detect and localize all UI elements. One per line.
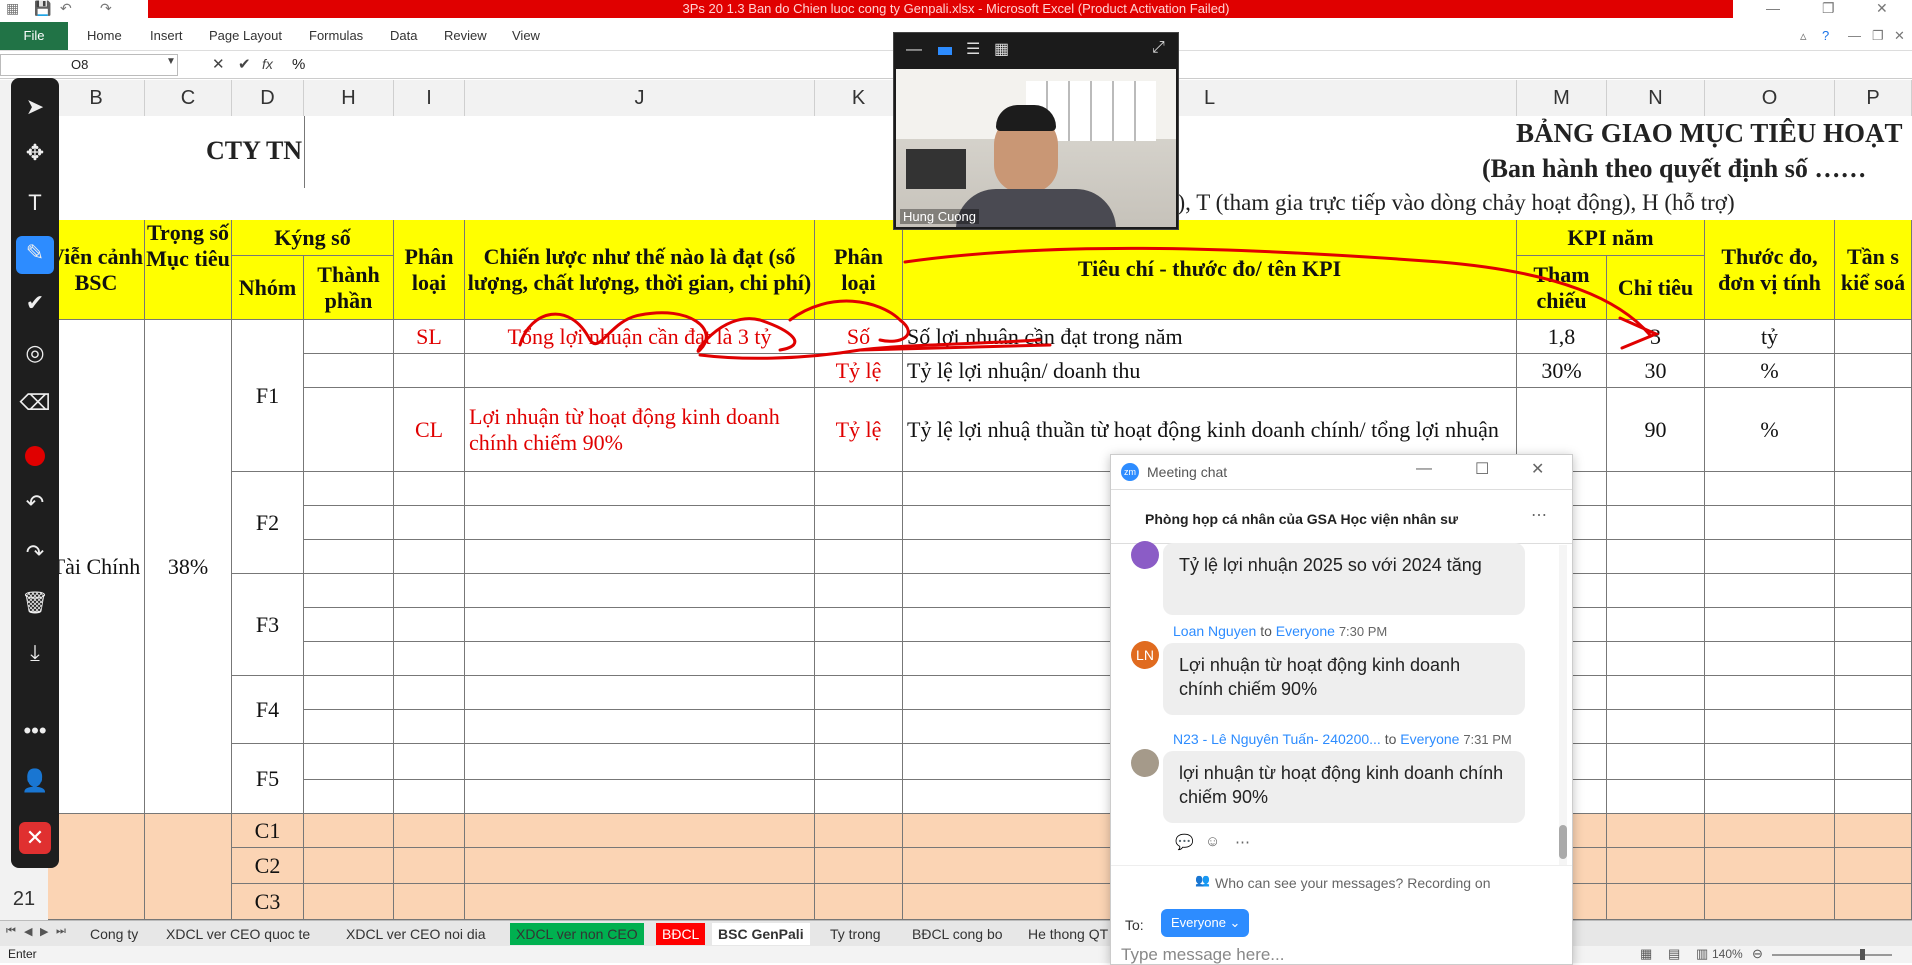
sender-name[interactable]: N23 - Lê Nguyên Tuấn- 240200...	[1173, 731, 1381, 747]
message-more-icon[interactable]: ⋯	[1235, 833, 1250, 851]
sheet-tab-xdcl-non-ceo[interactable]: XDCL ver non CEO	[510, 923, 644, 945]
sheet-tab-he-thong-qt[interactable]: He thong QT	[1022, 923, 1114, 945]
sheet-tab-ty-trong[interactable]: Ty trong	[824, 923, 887, 945]
chat-message: Lợi nhuận từ hoạt động kinh doanh chính …	[1163, 643, 1525, 715]
tab-next-icon[interactable]: ▶	[40, 925, 48, 938]
sheet-tab-cong-ty[interactable]: Cong ty	[84, 923, 144, 945]
recipient-value: Everyone	[1171, 915, 1226, 930]
chat-more-icon[interactable]: ⋯	[1531, 505, 1547, 525]
spotlight-icon[interactable]: ◎	[11, 340, 59, 366]
page-break-view-icon[interactable]: ▥	[1696, 946, 1708, 962]
sender-audience: Everyone	[1275, 623, 1335, 639]
annotation-stroke	[788, 299, 910, 343]
color-red-icon[interactable]	[25, 446, 45, 466]
avatar	[1131, 749, 1159, 777]
chat-close-icon[interactable]: ✕	[1531, 459, 1544, 479]
divider	[1111, 489, 1572, 490]
tab-last-icon[interactable]: ⏭	[56, 925, 66, 938]
sender-line: Loan Nguyen to Everyone 7:30 PM	[1173, 623, 1387, 639]
minimize-video-icon[interactable]: —	[906, 41, 922, 59]
zoom-slider[interactable]	[1772, 954, 1892, 956]
monitor	[906, 149, 966, 189]
text-icon[interactable]: T	[11, 190, 59, 216]
status-mode: Enter	[8, 947, 37, 961]
sheet-tab-bar: ⏮ ◀ ▶ ⏭ Cong ty XDCL ver CEO quoc te XDC…	[0, 920, 1912, 947]
pen-icon[interactable]: ✎	[11, 240, 59, 266]
cursor-icon[interactable]: ➤	[11, 94, 59, 120]
to-label: To:	[1125, 917, 1144, 933]
normal-view-icon[interactable]: ▦	[1640, 946, 1652, 962]
tab-first-icon[interactable]: ⏮	[6, 925, 16, 938]
chat-room-name: Phòng họp cá nhân của GSA Học viện nhân …	[1145, 511, 1458, 527]
sheet-tab-xdcl-quoc-te[interactable]: XDCL ver CEO quoc te	[160, 923, 316, 945]
zoom-level[interactable]: 140%	[1712, 947, 1743, 961]
sender-name[interactable]: Loan Nguyen	[1173, 623, 1256, 639]
reply-icon[interactable]: 💬	[1175, 833, 1194, 851]
trash-icon[interactable]: 🗑	[11, 590, 59, 616]
shirt	[956, 189, 1116, 227]
zoom-out-icon[interactable]: ⊖	[1752, 946, 1763, 962]
sheet-tab-xdcl-noi-dia[interactable]: XDCL ver CEO noi dia	[340, 923, 492, 945]
tab-prev-icon[interactable]: ◀	[24, 925, 32, 938]
privacy-lock-icon: 👥	[1195, 873, 1210, 887]
strip-view-icon[interactable]: ☰	[966, 39, 980, 59]
annotation-toolbar: ➤ ✥ T ✎ ✔ ◎ ⌫ ↶ ↷ 🗑 ⤓ ••• 👤 ✕	[11, 78, 59, 868]
chat-scrollbar-thumb[interactable]	[1559, 825, 1567, 859]
sheet-tab-bdcl-cong-bo[interactable]: BĐCL cong bo	[906, 923, 1009, 945]
participant-name: Hung Cuong	[900, 209, 979, 224]
message-time: 7:30 PM	[1338, 624, 1388, 639]
emoji-icon[interactable]: ☺	[1205, 833, 1220, 850]
video-window[interactable]: — ☰ ▦ ⤢ Hung Cuong	[893, 32, 1179, 230]
expand-video-icon[interactable]: ⤢	[1152, 39, 1165, 57]
chevron-down-icon: ⌄	[1229, 915, 1241, 930]
sender-audience: Everyone	[1400, 731, 1460, 747]
chat-message: lợi nhuận từ hoạt động kinh doanh chính …	[1163, 751, 1525, 823]
sender-line: N23 - Lê Nguyên Tuấn- 240200... to Every…	[1173, 731, 1512, 747]
redo-annotation-icon[interactable]: ↷	[11, 540, 59, 566]
chat-maximize-icon[interactable]: ☐	[1475, 459, 1489, 479]
sender-to: to	[1260, 623, 1272, 639]
sender-to: to	[1384, 731, 1397, 747]
avatar	[1131, 541, 1159, 569]
page-layout-view-icon[interactable]: ▤	[1668, 946, 1680, 962]
close-annotation-icon[interactable]: ✕	[19, 822, 51, 854]
sheet-tab-bsc-genpali[interactable]: BSC GenPali	[712, 923, 810, 945]
user-icon[interactable]: 👤	[11, 768, 59, 794]
privacy-note[interactable]: Who can see your messages? Recording on	[1215, 875, 1490, 891]
divider	[1111, 865, 1572, 866]
chat-minimize-icon[interactable]: —	[1416, 460, 1432, 478]
move-icon[interactable]: ✥	[11, 140, 59, 166]
chat-scrollbar[interactable]	[1559, 545, 1567, 865]
avatar: LN	[1131, 641, 1159, 669]
status-bar: Enter ▦ ▤ ▥ 140% ⊖	[0, 946, 1912, 963]
zoom-logo-icon: zm	[1121, 463, 1139, 481]
sheet-tab-bdcl[interactable]: BĐCL	[656, 923, 706, 945]
speaker-view-icon[interactable]	[938, 47, 952, 55]
meeting-chat-panel[interactable]: zm Meeting chat — ☐ ✕ Phòng họp cá nhân …	[1110, 454, 1573, 965]
hair	[996, 105, 1056, 131]
chat-message: Tỷ lệ lợi nhuận 2025 so với 2024 tăng	[1163, 543, 1525, 615]
annotation-stroke	[518, 311, 797, 353]
annotation-stroke	[903, 246, 1652, 337]
recipient-dropdown[interactable]: Everyone ⌄	[1161, 909, 1249, 937]
undo-annotation-icon[interactable]: ↶	[11, 490, 59, 516]
eraser-icon[interactable]: ⌫	[11, 390, 59, 416]
more-icon[interactable]: •••	[11, 718, 59, 744]
chat-title: Meeting chat	[1147, 464, 1228, 480]
message-time: 7:31 PM	[1463, 732, 1512, 747]
zoom-slider-thumb[interactable]	[1860, 949, 1865, 960]
chat-message-input[interactable]: Type message here...	[1121, 945, 1561, 964]
grid-view-icon[interactable]: ▦	[994, 39, 1009, 59]
check-icon[interactable]: ✔	[11, 290, 59, 316]
participant-video: Hung Cuong	[896, 69, 1176, 227]
download-icon[interactable]: ⤓	[11, 640, 59, 666]
